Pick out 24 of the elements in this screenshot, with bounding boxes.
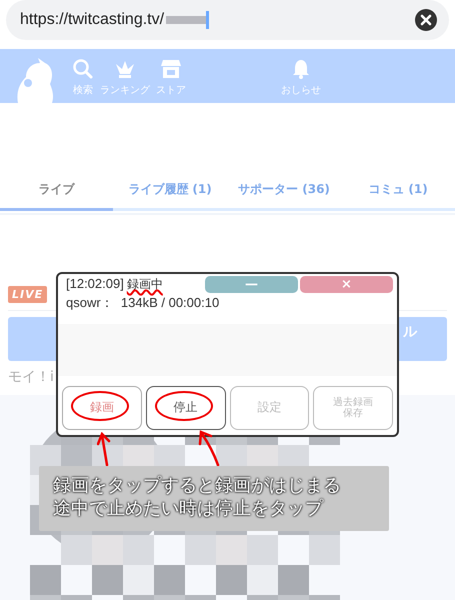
nav-label[interactable]: ランキング [100, 83, 150, 97]
nav-label[interactable]: 検索 [73, 83, 93, 97]
store-icon[interactable] [160, 58, 182, 80]
nav-label[interactable]: ストア [156, 83, 186, 97]
clear-icon[interactable] [415, 9, 437, 31]
status-text: 録画中 [126, 277, 163, 291]
button-label: ル [403, 323, 417, 342]
blurred-text [166, 16, 206, 24]
timestamp: [12:02:09] [66, 276, 124, 291]
comment-text: モイ！i [8, 368, 55, 386]
arrow-icon [97, 432, 111, 466]
text-cursor [206, 11, 210, 29]
caption-text: 途中で止めたい時は停止をタップ [53, 497, 326, 521]
address-bar[interactable]: https://twitcasting.tv/ [6, 0, 449, 40]
close-button[interactable]: × [300, 276, 393, 293]
minimize-button[interactable]: — [205, 276, 298, 293]
recorder-button[interactable]: 録画 [62, 386, 142, 430]
search-icon[interactable] [72, 58, 94, 80]
recording-info: qsowr： 134kB / 00:00:10 [65, 294, 220, 312]
recorder-button[interactable]: 停止 [146, 386, 226, 430]
nav-label[interactable]: おしらせ [281, 83, 321, 97]
url-text: https://twitcasting.tv/ [20, 11, 164, 29]
live-badge: LIVE [8, 286, 48, 303]
arrow-icon [198, 430, 220, 466]
